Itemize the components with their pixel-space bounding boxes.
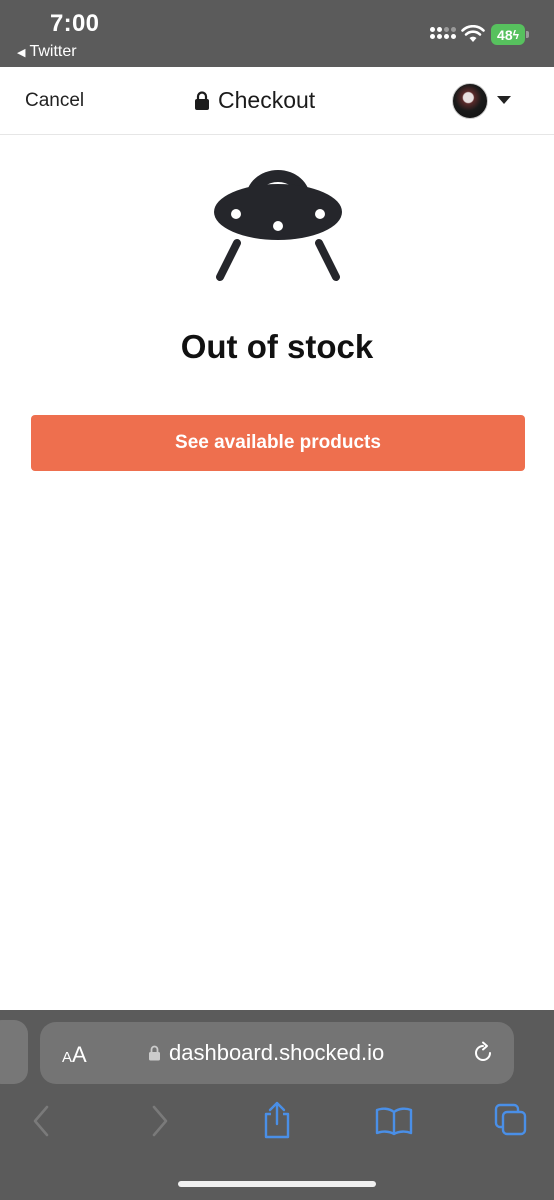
- battery-level: 48: [497, 26, 513, 43]
- status-time: 7:00: [50, 10, 100, 37]
- wifi-icon: [461, 25, 485, 42]
- browser-toolbar: [0, 1098, 554, 1148]
- lock-icon: [149, 1045, 160, 1061]
- back-icon[interactable]: [31, 1104, 51, 1138]
- address-bar[interactable]: AA dashboard.shocked.io: [40, 1022, 514, 1084]
- ufo-icon: [214, 170, 342, 281]
- status-bar: 7:00 ◀ Twitter 48 ϟ: [0, 0, 554, 67]
- checkout-header: Cancel Checkout: [0, 67, 554, 135]
- caret-down-icon[interactable]: [497, 96, 511, 104]
- previous-tab-preview[interactable]: [0, 1020, 28, 1084]
- reload-icon[interactable]: [471, 1041, 495, 1065]
- avatar[interactable]: [452, 83, 488, 119]
- page-title: Checkout: [194, 87, 315, 114]
- tabs-icon[interactable]: [494, 1103, 528, 1137]
- battery-indicator: 48 ϟ: [491, 24, 529, 45]
- browser-bottom-bar: AA dashboard.shocked.io: [0, 1010, 554, 1200]
- back-to-app-link[interactable]: ◀ Twitter: [17, 43, 77, 61]
- see-available-products-button[interactable]: See available products: [31, 415, 525, 471]
- url-display[interactable]: dashboard.shocked.io: [148, 1040, 384, 1066]
- bookmarks-icon[interactable]: [375, 1106, 413, 1136]
- text-size-button[interactable]: AA: [62, 1042, 87, 1068]
- share-icon[interactable]: [261, 1100, 293, 1140]
- out-of-stock-heading: Out of stock: [180, 328, 374, 365]
- url-text: dashboard.shocked.io: [169, 1040, 385, 1065]
- back-app-label: Twitter: [29, 43, 77, 60]
- back-triangle-icon: ◀: [17, 46, 26, 59]
- home-indicator[interactable]: [178, 1181, 376, 1187]
- cellular-signal-icon: [430, 27, 456, 39]
- lock-icon: [195, 90, 209, 110]
- charging-bolt-icon: ϟ: [512, 27, 519, 42]
- cancel-button[interactable]: Cancel: [25, 90, 84, 112]
- forward-icon[interactable]: [150, 1104, 170, 1138]
- page-title-text: Checkout: [218, 87, 316, 113]
